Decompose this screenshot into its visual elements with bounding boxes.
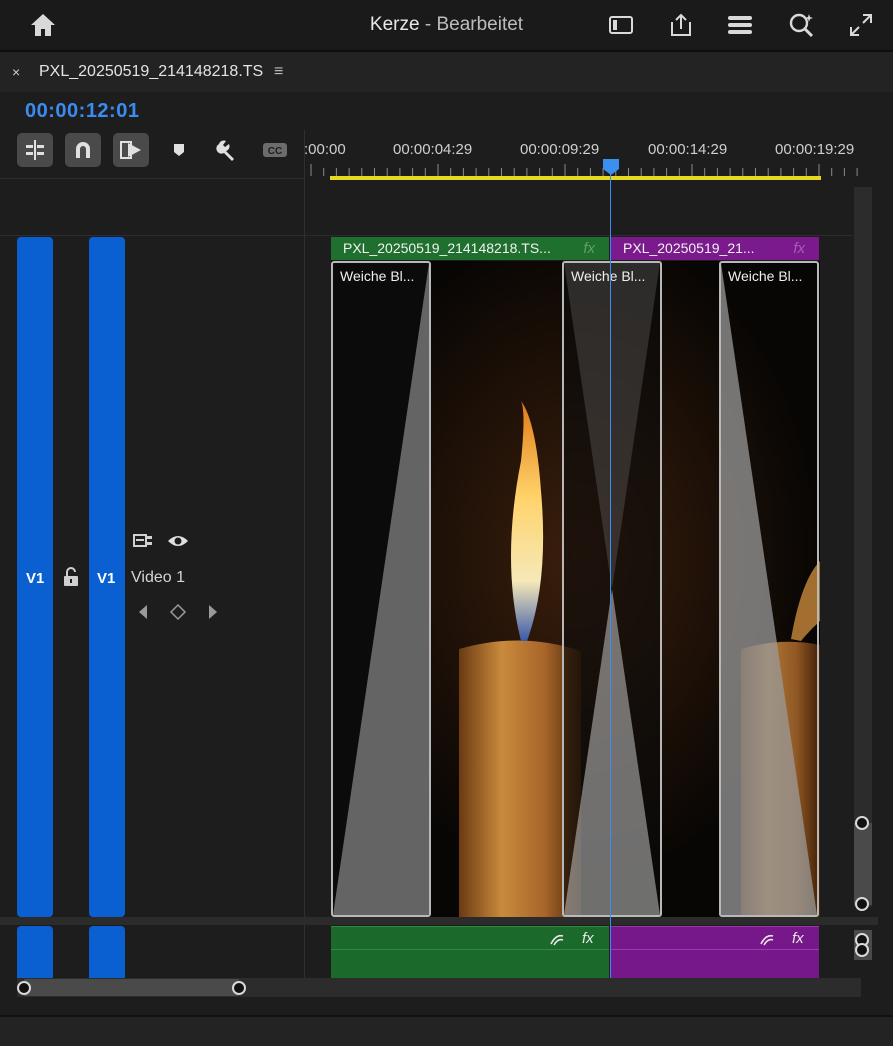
project-name: Kerze xyxy=(369,14,420,35)
sliders-icon xyxy=(728,16,752,34)
source-patch-a1[interactable] xyxy=(17,926,53,978)
vertical-scrollbar-thumb[interactable] xyxy=(854,823,872,905)
transition-ramp xyxy=(564,263,660,915)
transition-label: Weiche Bl... xyxy=(728,268,803,284)
header-divider xyxy=(0,178,304,179)
source-patch-label: V1 xyxy=(26,570,45,587)
track-top-divider xyxy=(305,235,853,236)
diamond-icon xyxy=(169,603,187,621)
track-name: Video 1 xyxy=(131,569,185,586)
toggle-sync-lock-button[interactable] xyxy=(132,532,154,550)
ruler-label: 00:00:19:29 xyxy=(775,141,855,158)
fullscreen-button[interactable] xyxy=(846,10,876,40)
fullscreen-icon xyxy=(850,14,872,36)
audio-clip-1[interactable]: fx xyxy=(331,926,609,979)
timeline-settings-button[interactable] xyxy=(212,133,242,167)
track-target-label: V1 xyxy=(97,570,116,587)
svg-text:CC: CC xyxy=(268,146,282,157)
next-keyframe-button[interactable] xyxy=(206,603,222,621)
panel-toggle-button[interactable] xyxy=(606,10,636,40)
filmstrip-icon xyxy=(133,534,152,547)
chevron-left-icon xyxy=(139,605,147,619)
ruler-ticks xyxy=(310,164,858,176)
captions-icon: CC xyxy=(263,143,287,157)
track-header-divider xyxy=(304,130,305,978)
linked-selection-icon xyxy=(120,141,141,159)
window-title: Kerze - Bearbeitet xyxy=(0,14,893,36)
transition-ramp xyxy=(333,263,429,915)
snap-button[interactable] xyxy=(65,133,101,167)
clip-name: PXL_20250519_214148218.TS... xyxy=(343,240,551,256)
bottom-bar xyxy=(0,1017,893,1046)
playhead-line[interactable] xyxy=(610,172,611,978)
transition-2[interactable]: Weiche Bl... xyxy=(562,261,662,917)
marker-icon xyxy=(174,144,184,156)
ruler-label: 00:00:04:29 xyxy=(393,141,473,158)
eye-icon xyxy=(168,536,188,546)
share-icon xyxy=(671,13,691,36)
track-splitter[interactable] xyxy=(0,917,878,925)
horizontal-scroll-handle-left[interactable] xyxy=(17,981,31,995)
add-keyframe-button[interactable] xyxy=(169,603,187,621)
project-status: Bearbeitet xyxy=(436,14,524,35)
sequence-tab[interactable]: PXL_20250519_214148218.TS xyxy=(39,63,263,81)
title-separator: - xyxy=(419,14,437,35)
fx-badge[interactable]: fx xyxy=(583,237,595,260)
magnet-icon xyxy=(76,142,90,158)
audio-link-icon xyxy=(550,934,564,946)
ruler-label: 00:00:09:29 xyxy=(520,141,600,158)
time-ruler[interactable] xyxy=(305,160,865,184)
add-marker-button[interactable] xyxy=(164,133,194,167)
vertical-scroll-handle-top[interactable] xyxy=(855,816,869,830)
unlock-icon xyxy=(64,567,78,586)
nest-icon xyxy=(26,140,44,160)
linked-selection-button[interactable] xyxy=(113,133,149,167)
fx-badge[interactable]: fx xyxy=(792,930,804,947)
ruler-label: :00:00 xyxy=(304,141,346,158)
video-clip-2-header[interactable]: PXL_20250519_21... fx xyxy=(611,237,819,260)
horizontal-scroll-handle-right[interactable] xyxy=(232,981,246,995)
transition-3[interactable]: Weiche Bl... xyxy=(719,261,819,917)
horizontal-scrollbar-thumb[interactable] xyxy=(24,979,239,996)
previous-keyframe-button[interactable] xyxy=(136,603,152,621)
transition-label: Weiche Bl... xyxy=(571,268,646,284)
panel-menu-button[interactable]: ≡ xyxy=(274,63,283,81)
ruler-label: 00:00:14:29 xyxy=(648,141,728,158)
audio-clip-2[interactable]: fx xyxy=(611,926,819,979)
audio-link-icon xyxy=(760,934,774,946)
search-icon xyxy=(789,13,814,38)
track-target-a1[interactable] xyxy=(89,926,125,978)
panel-icon xyxy=(609,16,633,34)
vertical-scroll-handle-bottom[interactable] xyxy=(855,897,869,911)
playhead-handle[interactable] xyxy=(602,158,620,176)
work-area-bar[interactable] xyxy=(330,176,821,180)
insert-nest-button[interactable] xyxy=(17,133,53,167)
captions-button[interactable]: CC xyxy=(260,133,290,167)
fx-badge[interactable]: fx xyxy=(793,237,805,260)
audio-scroll-handle-bottom[interactable] xyxy=(855,943,869,957)
toggle-track-output-button[interactable] xyxy=(167,532,189,550)
properties-button[interactable] xyxy=(725,10,755,40)
wrench-icon xyxy=(216,140,234,161)
vertical-scrollbar-track[interactable] xyxy=(854,187,872,907)
clip-name: PXL_20250519_21... xyxy=(623,240,755,256)
share-button[interactable] xyxy=(666,10,696,40)
chevron-right-icon xyxy=(209,605,217,619)
track-header-top-divider xyxy=(0,235,304,236)
playhead-timecode[interactable]: 00:00:12:01 xyxy=(25,100,139,123)
transition-ramp xyxy=(721,263,817,915)
track-lock-toggle[interactable] xyxy=(62,566,82,588)
transition-label: Weiche Bl... xyxy=(340,268,415,284)
close-tab-button[interactable]: × xyxy=(12,64,20,80)
transition-1[interactable]: Weiche Bl... xyxy=(331,261,431,917)
fx-badge[interactable]: fx xyxy=(582,930,594,947)
audio-clip-divider xyxy=(611,949,819,950)
search-button[interactable] xyxy=(786,10,816,40)
audio-clip-divider xyxy=(331,949,609,950)
video-clip-1-header[interactable]: PXL_20250519_214148218.TS... fx xyxy=(331,237,609,260)
